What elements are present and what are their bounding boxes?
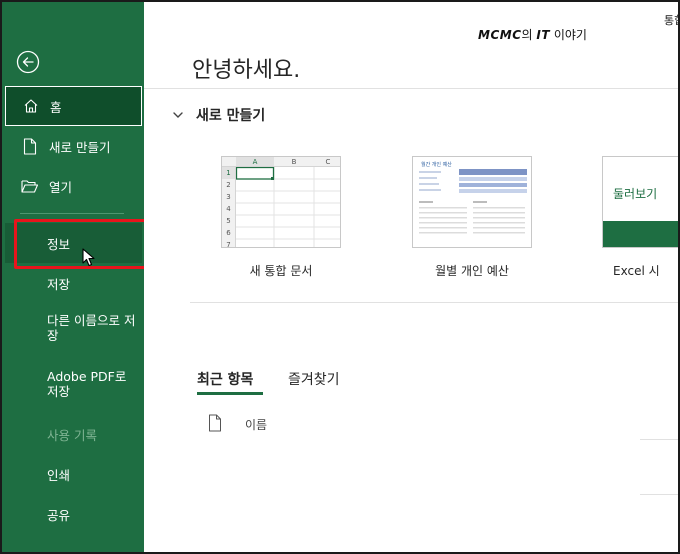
- divider: [144, 88, 678, 89]
- backstage-main: MCMC의 IT 이야기 통합 안녕하세요. 새로 만들기 A B C 1 2 …: [144, 2, 678, 552]
- thumb-label: 둘러보기: [613, 187, 658, 201]
- new-document-icon: [21, 137, 39, 155]
- template-blank-workbook[interactable]: A B C 1 2 3 4 5 6 7 새 통합 문서: [221, 156, 341, 278]
- budget-preview: [419, 169, 527, 234]
- excel-backstage-window: 홈 새로 만들기 열기 정보 저장 다른 이름으로 저장 Adobe PDF로 …: [0, 0, 680, 554]
- sidebar-item-label: 공유: [47, 507, 71, 523]
- sheet-grid: [236, 167, 340, 247]
- info-highlight-box: [14, 219, 148, 269]
- row-header: 1: [222, 167, 236, 179]
- section-title: 새로 만들기: [196, 108, 266, 124]
- sidebar-item-open[interactable]: 열기: [5, 166, 142, 206]
- sidebar-item-label: 사용 기록: [47, 427, 97, 443]
- backstage-sidebar: 홈 새로 만들기 열기 정보 저장 다른 이름으로 저장 Adobe PDF로 …: [2, 2, 144, 552]
- template-thumbnail: 월간 개인 예산: [412, 156, 532, 248]
- template-caption: Excel 시: [613, 264, 660, 278]
- file-icon: [208, 414, 222, 432]
- row-header: 4: [222, 203, 236, 215]
- template-monthly-budget[interactable]: 월간 개인 예산 월별 개인 예산: [412, 156, 532, 278]
- sidebar-item-label: 새로 만들기: [49, 139, 111, 155]
- chevron-down-icon: [172, 109, 184, 121]
- sidebar-item-share[interactable]: 공유: [5, 494, 142, 534]
- page-title: 안녕하세요.: [192, 58, 301, 83]
- row-header: 3: [222, 191, 236, 203]
- back-arrow-icon[interactable]: [16, 50, 40, 74]
- divider: [640, 439, 678, 440]
- template-caption: 월별 개인 예산: [435, 264, 509, 278]
- sidebar-item-label: Adobe PDF로 저장: [47, 369, 127, 399]
- folder-open-icon: [21, 177, 39, 195]
- row-header: 5: [222, 215, 236, 227]
- thumb-band: [603, 221, 678, 247]
- row-header: 2: [222, 179, 236, 191]
- column-header: A: [236, 157, 274, 167]
- template-thumbnail: A B C 1 2 3 4 5 6 7: [221, 156, 341, 248]
- sidebar-item-save-as-adobe-pdf[interactable]: Adobe PDF로 저장: [5, 366, 142, 406]
- sidebar-item-print[interactable]: 인쇄: [5, 454, 142, 494]
- divider: [640, 494, 678, 495]
- sidebar-item-label: 저장: [47, 276, 71, 292]
- sidebar-item-label: 인쇄: [47, 467, 71, 483]
- home-icon: [22, 97, 40, 115]
- sidebar-item-save-as[interactable]: 다른 이름으로 저장: [5, 310, 142, 350]
- column-header: B: [274, 157, 314, 167]
- tab-recent[interactable]: 최근 항목: [197, 369, 253, 389]
- column-header-name[interactable]: 이름: [245, 416, 267, 433]
- sidebar-item-label: 다른 이름으로 저장: [47, 313, 136, 343]
- row-header: 7: [222, 239, 236, 247]
- sidebar-item-new[interactable]: 새로 만들기: [5, 126, 142, 166]
- sidebar-item-label: 열기: [49, 179, 73, 195]
- sidebar-item-history: 사용 기록: [5, 414, 142, 454]
- template-excel-tour[interactable]: 둘러보기 Excel 시: [602, 156, 678, 278]
- column-header: C: [314, 157, 340, 167]
- sidebar-item-label: 홈: [50, 99, 62, 115]
- divider: [190, 302, 678, 303]
- blog-watermark: MCMC의 IT 이야기: [478, 28, 587, 42]
- sidebar-item-save[interactable]: 저장: [5, 263, 142, 303]
- template-thumbnail: 둘러보기: [602, 156, 678, 248]
- mouse-cursor-icon: [82, 248, 96, 268]
- new-section-toggle[interactable]: 새로 만들기: [172, 105, 265, 125]
- sidebar-item-home[interactable]: 홈: [5, 86, 142, 126]
- template-caption: 새 통합 문서: [249, 264, 313, 278]
- sidebar-divider: [20, 213, 124, 214]
- active-tab-indicator: [197, 392, 263, 395]
- tab-favorites[interactable]: 즐겨찾기: [288, 369, 340, 389]
- row-header: 6: [222, 227, 236, 239]
- window-title-fragment: 통합: [664, 14, 678, 27]
